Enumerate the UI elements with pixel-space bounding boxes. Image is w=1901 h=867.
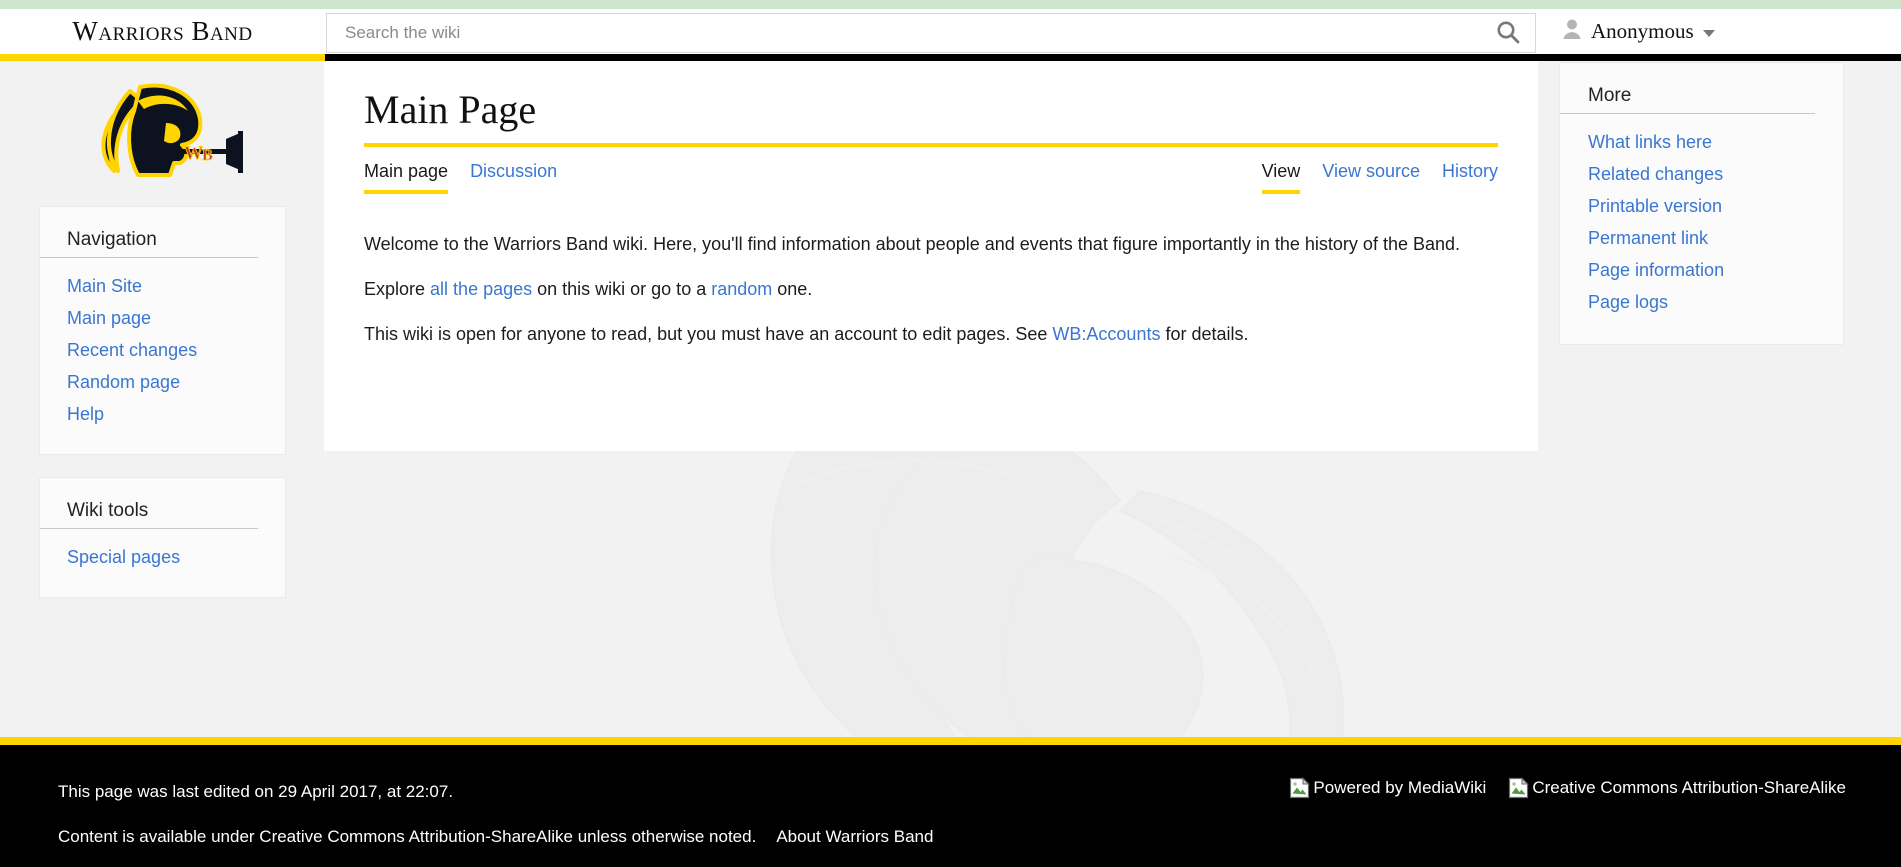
badge-creative-commons[interactable]: Creative Commons Attribution-ShareAlike (1508, 777, 1846, 799)
list-item: Main page (67, 304, 285, 332)
list-item: What links here (1588, 128, 1843, 156)
more-item-permanent-link[interactable]: Permanent link (1588, 228, 1708, 248)
badge-powered-by-mediawiki-alt: Powered by MediaWiki (1313, 778, 1486, 798)
portlet-more-heading: More (1560, 85, 1815, 114)
badge-powered-by-mediawiki[interactable]: Powered by MediaWiki (1289, 777, 1486, 799)
portlet-navigation: Navigation Main Site Main page Recent ch… (39, 206, 286, 455)
list-item: Special pages (67, 543, 285, 571)
search-box[interactable] (326, 13, 1536, 53)
svg-text:W: W (184, 143, 203, 164)
footer-about-link[interactable]: About Warriors Band (776, 827, 933, 846)
more-item-page-information[interactable]: Page information (1588, 260, 1724, 280)
explore-text-middle: on this wiki or go to a (532, 279, 711, 299)
tab-view[interactable]: View (1262, 161, 1301, 194)
sidebar-item-help[interactable]: Help (67, 404, 104, 424)
article-body: Welcome to the Warriors Band wiki. Here,… (364, 231, 1498, 349)
content-card: Main Page Main page Discussion View View… (324, 61, 1538, 451)
sidebar-item-main-page[interactable]: Main page (67, 308, 151, 328)
search-icon (1495, 19, 1521, 48)
tab-view-source[interactable]: View source (1322, 161, 1420, 194)
namespace-tabs: Main page Discussion (364, 161, 557, 194)
more-item-printable-version[interactable]: Printable version (1588, 196, 1722, 216)
footer-license-row: Content is available under Creative Comm… (58, 814, 933, 859)
portlet-wiki-tools: Wiki tools Special pages (39, 477, 286, 598)
top-accent-strip (0, 0, 1901, 9)
search-button[interactable] (1481, 14, 1535, 52)
site-header: Warriors Band Anonymous (0, 9, 1901, 54)
explore-text-before: Explore (364, 279, 430, 299)
link-wb-accounts[interactable]: WB:Accounts (1052, 324, 1160, 344)
header-rule-yellow (0, 54, 325, 61)
footer-badges: Powered by MediaWiki Creative Commons At… (1289, 777, 1846, 799)
user-name-label: Anonymous (1591, 19, 1694, 44)
broken-image-icon (1289, 777, 1311, 799)
list-item: Related changes (1588, 160, 1843, 188)
list-item: Main Site (67, 272, 285, 300)
site-footer: This page was last edited on 29 April 20… (0, 745, 1901, 867)
list-item: Recent changes (67, 336, 285, 364)
svg-text:B: B (202, 147, 213, 164)
tab-main-page[interactable]: Main page (364, 161, 448, 194)
site-logo[interactable]: W B (0, 61, 325, 206)
more-item-what-links-here[interactable]: What links here (1588, 132, 1712, 152)
footer-text-block: This page was last edited on 29 April 20… (58, 769, 933, 859)
more-item-page-logs[interactable]: Page logs (1588, 292, 1668, 312)
portlet-more: More What links here Related changes Pri… (1559, 62, 1844, 345)
search-input[interactable] (327, 15, 1481, 51)
site-title[interactable]: Warriors Band (0, 9, 325, 54)
sidebar-item-main-site[interactable]: Main Site (67, 276, 142, 296)
more-item-related-changes[interactable]: Related changes (1588, 164, 1723, 184)
tab-history[interactable]: History (1442, 161, 1498, 194)
list-item: Random page (67, 368, 285, 396)
explore-text-after: one. (772, 279, 812, 299)
sidebar-item-recent-changes[interactable]: Recent changes (67, 340, 197, 360)
link-all-the-pages[interactable]: all the pages (430, 279, 532, 299)
user-avatar-icon (1562, 18, 1582, 45)
sidebar-item-special-pages[interactable]: Special pages (67, 547, 180, 567)
list-item: Printable version (1588, 192, 1843, 220)
sidebar: W B Navigation Main Site Main page Recen… (0, 61, 325, 620)
tab-discussion[interactable]: Discussion (470, 161, 557, 194)
list-item: Help (67, 400, 285, 428)
footer-rule-yellow (0, 737, 1901, 745)
user-menu[interactable]: Anonymous (1562, 9, 1715, 54)
accounts-text-after: for details. (1160, 324, 1248, 344)
portlet-navigation-heading: Navigation (40, 229, 258, 258)
list-item: Page information (1588, 256, 1843, 284)
paragraph-explore: Explore all the pages on this wiki or go… (364, 276, 1498, 304)
footer-license-text: Content is available under Creative Comm… (58, 827, 756, 846)
sidebar-item-random-page[interactable]: Random page (67, 372, 180, 392)
list-item: Page logs (1588, 288, 1843, 316)
link-random[interactable]: random (711, 279, 772, 299)
tab-bar: Main page Discussion View View source Hi… (364, 161, 1498, 205)
portlet-navigation-list: Main Site Main page Recent changes Rando… (40, 272, 285, 428)
header-rule-black (325, 54, 1901, 61)
portlet-wiki-tools-list: Special pages (40, 543, 285, 571)
portlet-more-list: What links here Related changes Printabl… (1560, 128, 1843, 316)
view-tabs: View View source History (1262, 161, 1498, 194)
portlet-wiki-tools-heading: Wiki tools (40, 500, 258, 529)
paragraph-accounts: This wiki is open for anyone to read, bu… (364, 321, 1498, 349)
accounts-text-before: This wiki is open for anyone to read, bu… (364, 324, 1052, 344)
list-item: Permanent link (1588, 224, 1843, 252)
footer-last-edited: This page was last edited on 29 April 20… (58, 769, 933, 814)
page-title: Main Page (364, 87, 1498, 147)
paragraph-intro: Welcome to the Warriors Band wiki. Here,… (364, 231, 1498, 259)
broken-image-icon (1508, 777, 1530, 799)
chevron-down-icon (1703, 30, 1715, 37)
badge-creative-commons-alt: Creative Commons Attribution-ShareAlike (1532, 778, 1846, 798)
